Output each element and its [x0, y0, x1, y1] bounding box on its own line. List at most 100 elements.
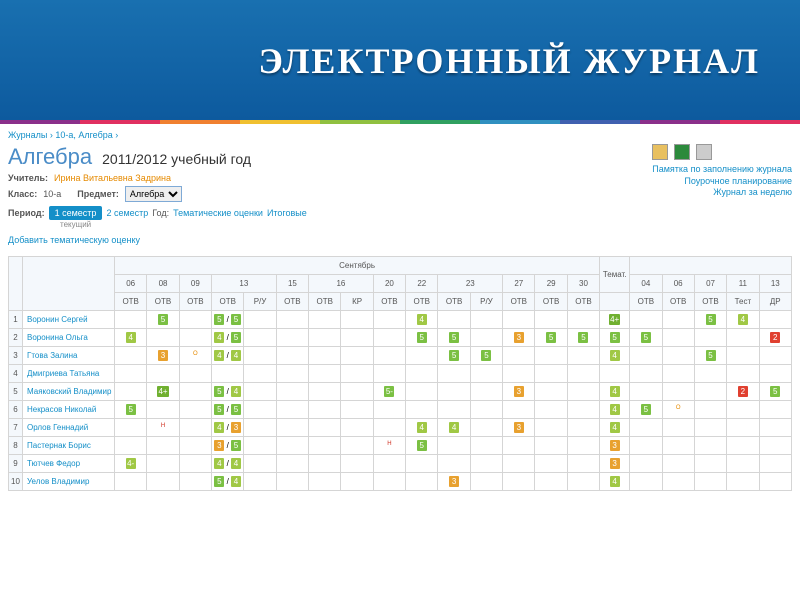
grade-cell[interactable] [276, 347, 308, 365]
grade-cell[interactable] [309, 347, 341, 365]
grade-cell[interactable] [662, 329, 694, 347]
grade-cell[interactable]: 5 [535, 329, 567, 347]
grade-cell[interactable] [212, 365, 244, 383]
grade-cell[interactable] [115, 419, 147, 437]
grade-cell[interactable] [244, 347, 276, 365]
grade-cell[interactable] [438, 401, 470, 419]
student-name[interactable]: Воронин Сергей [23, 311, 115, 329]
grade-cell[interactable]: 4 [438, 419, 470, 437]
grade-cell[interactable] [147, 473, 179, 491]
grade-cell[interactable] [115, 383, 147, 401]
grade-cell[interactable] [535, 347, 567, 365]
grade-cell[interactable] [341, 437, 373, 455]
grade-cell[interactable]: 5 / 5 [212, 311, 244, 329]
grade-cell[interactable]: 4 [600, 347, 630, 365]
grade-cell[interactable] [694, 437, 726, 455]
grade-cell[interactable]: О [662, 401, 694, 419]
grade-cell[interactable] [503, 311, 535, 329]
grade-cell[interactable]: 4 [406, 419, 438, 437]
grade-cell[interactable] [727, 419, 759, 437]
grade-cell[interactable] [662, 419, 694, 437]
grade-cell[interactable]: 5 [759, 383, 791, 401]
grade-cell[interactable]: Н [373, 437, 405, 455]
grade-cell[interactable]: 5 [406, 437, 438, 455]
grade-cell[interactable] [373, 329, 405, 347]
grade-cell[interactable] [438, 437, 470, 455]
grade-cell[interactable] [535, 311, 567, 329]
teacher-name[interactable]: Ирина Витальевна Задрина [54, 173, 171, 183]
grade-cell[interactable] [470, 383, 502, 401]
grade-cell[interactable]: 4 / 3 [212, 419, 244, 437]
grade-cell[interactable]: 4 [600, 401, 630, 419]
grade-cell[interactable] [759, 437, 791, 455]
grade-cell[interactable] [276, 437, 308, 455]
grade-cell[interactable] [147, 365, 179, 383]
grade-cell[interactable]: 4 / 5 [212, 329, 244, 347]
grade-cell[interactable] [406, 401, 438, 419]
grade-cell[interactable] [244, 329, 276, 347]
grade-cell[interactable]: 3 / 5 [212, 437, 244, 455]
grade-cell[interactable] [727, 437, 759, 455]
grade-cell[interactable] [276, 365, 308, 383]
grade-cell[interactable] [630, 347, 662, 365]
grade-cell[interactable] [630, 365, 662, 383]
grade-cell[interactable] [276, 473, 308, 491]
grade-cell[interactable] [373, 419, 405, 437]
grade-cell[interactable] [535, 401, 567, 419]
grade-cell[interactable] [759, 419, 791, 437]
grade-cell[interactable]: 4 [600, 383, 630, 401]
grade-cell[interactable] [276, 455, 308, 473]
grade-cell[interactable] [470, 329, 502, 347]
grade-cell[interactable] [759, 347, 791, 365]
grade-cell[interactable] [179, 383, 211, 401]
right-link-planning[interactable]: Поурочное планирование [652, 176, 792, 188]
student-name[interactable]: Воронина Ольга [23, 329, 115, 347]
grade-cell[interactable] [179, 365, 211, 383]
grade-cell[interactable] [662, 365, 694, 383]
grade-cell[interactable] [244, 383, 276, 401]
grade-cell[interactable] [662, 473, 694, 491]
grade-cell[interactable]: 5 [438, 329, 470, 347]
period-sem2-link[interactable]: 2 семестр [106, 208, 148, 218]
grade-cell[interactable] [567, 383, 599, 401]
grade-cell[interactable]: 4+ [147, 383, 179, 401]
grade-cell[interactable] [406, 455, 438, 473]
grade-cell[interactable]: 5 [567, 329, 599, 347]
grade-cell[interactable]: 5 [630, 329, 662, 347]
grade-cell[interactable] [470, 365, 502, 383]
grade-cell[interactable] [567, 455, 599, 473]
grade-cell[interactable] [630, 455, 662, 473]
grade-cell[interactable] [179, 401, 211, 419]
grade-cell[interactable] [244, 365, 276, 383]
grade-cell[interactable] [727, 473, 759, 491]
grade-cell[interactable] [503, 401, 535, 419]
grade-cell[interactable] [309, 437, 341, 455]
grade-cell[interactable] [179, 329, 211, 347]
grade-cell[interactable] [759, 365, 791, 383]
grade-cell[interactable]: 4 [115, 329, 147, 347]
student-name[interactable]: Уелов Владимир [23, 473, 115, 491]
grade-cell[interactable] [244, 419, 276, 437]
grade-cell[interactable] [567, 365, 599, 383]
grade-cell[interactable] [630, 311, 662, 329]
student-name[interactable]: Дмигриева Татьяна [23, 365, 115, 383]
grade-cell[interactable] [373, 311, 405, 329]
grade-cell[interactable] [438, 455, 470, 473]
grade-cell[interactable] [373, 473, 405, 491]
grade-cell[interactable]: Н [147, 419, 179, 437]
grade-cell[interactable] [600, 365, 630, 383]
grade-cell[interactable] [567, 311, 599, 329]
grade-cell[interactable]: 5 [694, 347, 726, 365]
period-sem1-button[interactable]: 1 семестр [49, 206, 103, 220]
grade-cell[interactable]: 5 [630, 401, 662, 419]
grade-cell[interactable] [759, 401, 791, 419]
grade-cell[interactable] [567, 419, 599, 437]
grade-cell[interactable] [341, 329, 373, 347]
grade-cell[interactable] [694, 365, 726, 383]
period-final-link[interactable]: Итоговые [267, 208, 307, 218]
grade-cell[interactable]: 3 [600, 455, 630, 473]
grade-cell[interactable] [244, 311, 276, 329]
grade-cell[interactable] [694, 455, 726, 473]
grade-cell[interactable] [503, 347, 535, 365]
grade-cell[interactable] [759, 455, 791, 473]
